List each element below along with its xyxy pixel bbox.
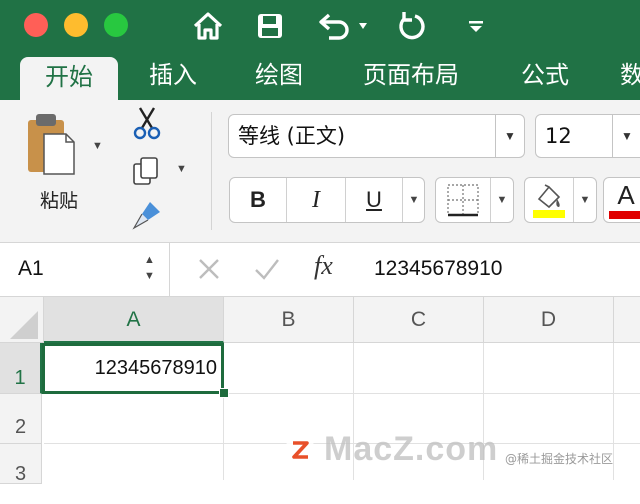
tab-data[interactable]: 数	[620, 54, 640, 100]
active-cell-border	[42, 343, 224, 394]
font-name-select[interactable]: 等线 (正文) ▼	[228, 114, 525, 158]
cell-a3[interactable]	[44, 444, 224, 480]
tab-formulas[interactable]: 公式	[508, 54, 582, 100]
copy-icon[interactable]	[132, 156, 162, 186]
chevron-down-icon[interactable]: ▼	[612, 115, 640, 157]
cell-a2[interactable]	[44, 394, 224, 444]
watermark-logo	[285, 434, 315, 465]
watermark-text: MacZ.com	[324, 430, 499, 468]
redo-icon[interactable]	[394, 8, 428, 44]
column-header-a[interactable]: A	[44, 297, 224, 343]
cell-e3[interactable]	[614, 444, 640, 480]
borders-icon[interactable]	[436, 178, 491, 222]
formula-bar: A1 ▲ ▼ fx 12345678910	[0, 243, 640, 297]
watermark-credit: @稀土掘金技术社区	[505, 452, 614, 466]
chevron-down-icon[interactable]: ▼	[495, 115, 524, 157]
ribbon-separator	[211, 112, 212, 230]
zoom-window-button[interactable]	[104, 13, 128, 37]
close-window-button[interactable]	[24, 13, 48, 37]
name-box[interactable]: A1 ▲ ▼	[0, 243, 170, 296]
tab-insert[interactable]: 插入	[136, 54, 210, 100]
watermark: MacZ.com	[284, 430, 498, 469]
save-icon[interactable]	[254, 8, 286, 44]
name-box-value: A1	[18, 257, 44, 280]
tab-draw[interactable]: 绘图	[242, 54, 316, 100]
column-header-d[interactable]: D	[484, 297, 614, 343]
font-size-value: 12	[545, 124, 572, 148]
fill-color-chevron-icon[interactable]: ▼	[574, 178, 596, 222]
cell-e2[interactable]	[614, 394, 640, 444]
select-all-corner[interactable]	[0, 297, 44, 343]
paste-options-chevron-icon[interactable]: ▼	[92, 140, 103, 152]
cell-c1[interactable]	[354, 343, 484, 394]
font-color-swatch	[609, 211, 640, 219]
cell-e1[interactable]	[614, 343, 640, 394]
format-painter-icon[interactable]	[130, 198, 164, 232]
copy-options-chevron-icon[interactable]: ▼	[176, 163, 187, 175]
underline-options-chevron-icon[interactable]: ▼	[403, 178, 425, 222]
row-header-3[interactable]: 3	[0, 444, 42, 485]
font-size-select[interactable]: 12 ▼	[535, 114, 640, 158]
enter-icon[interactable]	[253, 256, 281, 282]
formula-input[interactable]: 12345678910	[374, 243, 502, 295]
font-name-value: 等线 (正文)	[238, 124, 346, 148]
font-style-group: B I U ▼	[229, 177, 425, 223]
paste-icon[interactable]	[26, 112, 78, 178]
fill-color-group: ▼	[524, 177, 597, 223]
borders-group: ▼	[435, 177, 514, 223]
font-color-letter: A	[617, 180, 635, 210]
bold-button[interactable]: B	[230, 178, 287, 222]
customize-toolbar-icon[interactable]	[466, 8, 486, 44]
tab-home[interactable]: 开始	[20, 57, 118, 100]
column-header-c[interactable]: C	[354, 297, 484, 343]
cell-d1[interactable]	[484, 343, 614, 394]
borders-chevron-icon[interactable]: ▼	[491, 178, 513, 222]
cell-d2[interactable]	[484, 394, 614, 444]
home-icon[interactable]	[190, 8, 226, 44]
row-header-2[interactable]: 2	[0, 394, 42, 444]
ribbon-tabs: 开始 插入 绘图 页面布局 公式 数	[0, 54, 640, 100]
cut-icon[interactable]	[132, 106, 162, 140]
italic-button[interactable]: I	[287, 178, 346, 222]
font-color-button[interactable]: A	[606, 178, 640, 222]
insert-function-button[interactable]: fx	[314, 251, 333, 281]
title-bar	[0, 0, 640, 54]
column-header-b[interactable]: B	[224, 297, 354, 343]
cell-b1[interactable]	[224, 343, 354, 394]
fill-handle[interactable]	[219, 388, 229, 398]
tab-page-layout[interactable]: 页面布局	[350, 54, 472, 100]
row-header-1[interactable]: 1	[0, 343, 42, 394]
cancel-icon[interactable]	[196, 256, 222, 282]
underline-button[interactable]: U	[346, 178, 403, 222]
paste-label[interactable]: 粘贴	[40, 186, 78, 213]
column-header-e[interactable]	[614, 297, 640, 343]
undo-icon[interactable]	[314, 8, 370, 44]
minimize-window-button[interactable]	[64, 13, 88, 37]
font-color-group: A	[603, 177, 640, 223]
name-box-stepper[interactable]: ▲ ▼	[144, 252, 155, 284]
fill-color-icon[interactable]	[525, 178, 574, 222]
